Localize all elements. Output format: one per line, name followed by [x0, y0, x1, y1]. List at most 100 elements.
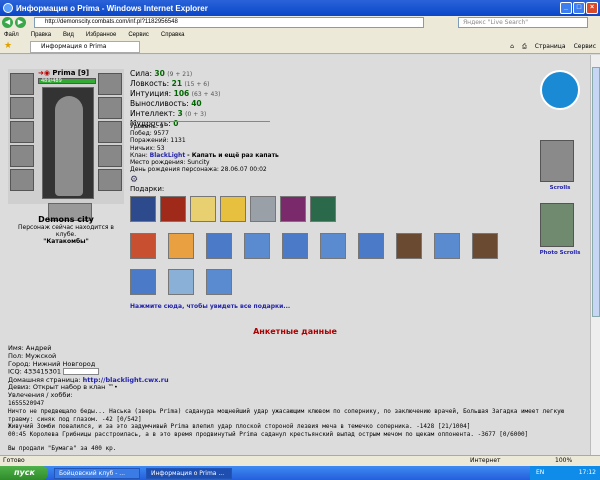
online-status: Персонаж сейчас находится в клубе.	[18, 224, 114, 238]
gift-card-icon[interactable]	[472, 233, 498, 259]
minimize-button[interactable]: _	[560, 2, 572, 14]
gift-card-icon[interactable]	[206, 233, 232, 259]
profile-badge-icon[interactable]	[540, 70, 580, 110]
gift-book-icon[interactable]	[130, 196, 156, 222]
battle-log-line: Ничто не предвещало беды... Наська (звер…	[8, 407, 565, 423]
zone-text: Интернет	[470, 457, 501, 464]
gift-shield-icon[interactable]	[160, 196, 186, 222]
page-content: ➜◉ Prima [9] 489/489 Demons city Персона…	[0, 55, 590, 455]
scrolls-label[interactable]: Scrolls	[535, 185, 585, 191]
gift-card-icon[interactable]	[358, 233, 384, 259]
gift-book-icon[interactable]	[280, 196, 306, 222]
scrollbar-thumb[interactable]	[592, 67, 600, 317]
gift-book-icon[interactable]	[310, 196, 336, 222]
gift-trophy-icon[interactable]	[220, 196, 246, 222]
maximize-button[interactable]: □	[573, 2, 585, 14]
window-titlebar: Информация о Prima - Windows Internet Ex…	[0, 0, 600, 16]
menu-file[interactable]: Файл	[4, 30, 19, 40]
url-field[interactable]: http://demonscity.combats.com/inf.pl?118…	[34, 17, 424, 28]
homepage-link[interactable]: http://blacklight.cwx.ru	[83, 376, 169, 384]
language-indicator[interactable]: EN	[536, 466, 544, 480]
clan-motto: - Капать и ещё раз капать	[187, 151, 279, 159]
helmet-slot[interactable]	[10, 73, 34, 95]
character-silhouette	[42, 87, 94, 199]
info-block: Уровень: 9 Побед: 9577 Поражений: 1131 Н…	[130, 123, 330, 185]
menu-view[interactable]: Вид	[63, 30, 74, 40]
armor-slot[interactable]	[10, 145, 34, 167]
scrolls-icon[interactable]	[540, 140, 574, 182]
ring-slot[interactable]	[98, 97, 122, 119]
photo-scrolls-label[interactable]: Photo Scrolls	[535, 250, 585, 256]
clan-link[interactable]: BlackLight	[150, 152, 186, 159]
taskbar-button[interactable]: Бойцовский клуб - ...	[54, 467, 140, 479]
hp-bar: 489/489	[38, 78, 96, 84]
gift-statue-icon[interactable]	[250, 196, 276, 222]
character-level: [9]	[77, 69, 90, 77]
anketa-title: Анкетные данные	[253, 327, 337, 336]
page-menu[interactable]: Страница	[535, 42, 566, 51]
icq-status-icon	[63, 368, 100, 376]
stat-label: Ловкость:	[130, 79, 170, 88]
stat-value: 106	[173, 89, 190, 98]
gift-card-icon[interactable]	[130, 269, 156, 295]
battle-log-line: Вы продали "Бумага" за 400 кр.	[8, 445, 117, 453]
stat-label: Сила:	[130, 69, 153, 78]
photo-scrolls-icon[interactable]	[540, 203, 574, 247]
gloves-slot[interactable]	[98, 73, 122, 95]
character-name: Prima	[52, 69, 76, 77]
anketa-name: Имя: Андрей	[8, 344, 52, 352]
menu-favorites[interactable]: Избранное	[86, 30, 116, 40]
belt-slot[interactable]	[10, 169, 34, 191]
gift-card-icon[interactable]	[206, 269, 232, 295]
anketa-motto: Девиз: Открыт набор в клан ™•	[8, 383, 118, 392]
back-arrow-icon[interactable]: ◀	[2, 17, 13, 28]
character-name-line: ➜◉ Prima [9]	[38, 69, 89, 77]
shield-slot[interactable]	[98, 121, 122, 143]
stat-extra: (0 + 3)	[185, 111, 207, 118]
search-input[interactable]: Яндекс "Live Search"	[458, 17, 588, 28]
boots-slot[interactable]	[98, 169, 122, 191]
stat-value: 21	[171, 79, 183, 88]
gift-card-icon[interactable]	[168, 269, 194, 295]
clock[interactable]: 17:12	[579, 466, 596, 480]
stat-value: 40	[191, 99, 202, 108]
legs-slot[interactable]	[98, 145, 122, 167]
menu-edit[interactable]: Правка	[31, 30, 51, 40]
gift-card-icon[interactable]	[434, 233, 460, 259]
gift-figure-icon[interactable]	[190, 196, 216, 222]
close-button[interactable]: ×	[586, 2, 598, 14]
start-button[interactable]: пуск	[0, 466, 48, 480]
address-bar: ◀ ▶ http://demonscity.combats.com/inf.pl…	[0, 16, 600, 30]
bracer-slot[interactable]	[10, 97, 34, 119]
print-icon[interactable]: ⎙	[522, 42, 527, 51]
tools-menu[interactable]: Сервис	[574, 42, 596, 51]
home-icon[interactable]: ⌂	[510, 42, 514, 51]
anketa-hobby-value: 1655520947	[8, 400, 45, 408]
gift-card-icon[interactable]	[168, 233, 194, 259]
favorites-star-icon[interactable]: ★	[4, 41, 12, 51]
location: "Катакомбы"	[43, 238, 89, 245]
info-losses: Поражений: 1131	[130, 137, 186, 145]
taskbar: пуск Бойцовский клуб - ... Информация о …	[0, 466, 600, 480]
gift-card-icon[interactable]	[396, 233, 422, 259]
vertical-scrollbar[interactable]	[590, 55, 600, 455]
gift-card-icon[interactable]	[282, 233, 308, 259]
menu-help[interactable]: Справка	[161, 30, 185, 40]
tab-bar: ★ Информация о Prima ⌂ ⎙ Страница Сервис	[0, 40, 600, 54]
gift-card-icon[interactable]	[320, 233, 346, 259]
tab-active[interactable]: Информация о Prima	[30, 41, 140, 53]
battle-log-line: Живучий Зомби повалился, и за это задумч…	[8, 423, 471, 431]
all-gifts-link[interactable]: Нажмите сюда, чтобы увидеть все подарки.…	[130, 303, 290, 310]
gift-card-icon[interactable]	[130, 233, 156, 259]
stat-extra: (63 + 43)	[191, 91, 221, 98]
info-birthdate: День рождения персонажа: 28.06.07 00:02	[130, 166, 267, 174]
gift-card-icon[interactable]	[244, 233, 270, 259]
taskbar-button-active[interactable]: Информация о Prima ...	[146, 467, 232, 479]
weapon-slot[interactable]	[10, 121, 34, 143]
forward-arrow-icon[interactable]: ▶	[15, 17, 26, 28]
battle-log-line: 00:45 Королева Грибницы расстроилась, а …	[8, 431, 529, 439]
system-tray: EN 17:12	[530, 466, 600, 480]
info-clan: Клан: BlackLight - Капать и ещё раз капа…	[130, 152, 330, 159]
zoom-level[interactable]: 100%	[555, 456, 572, 466]
menu-tools[interactable]: Сервис	[128, 30, 149, 40]
